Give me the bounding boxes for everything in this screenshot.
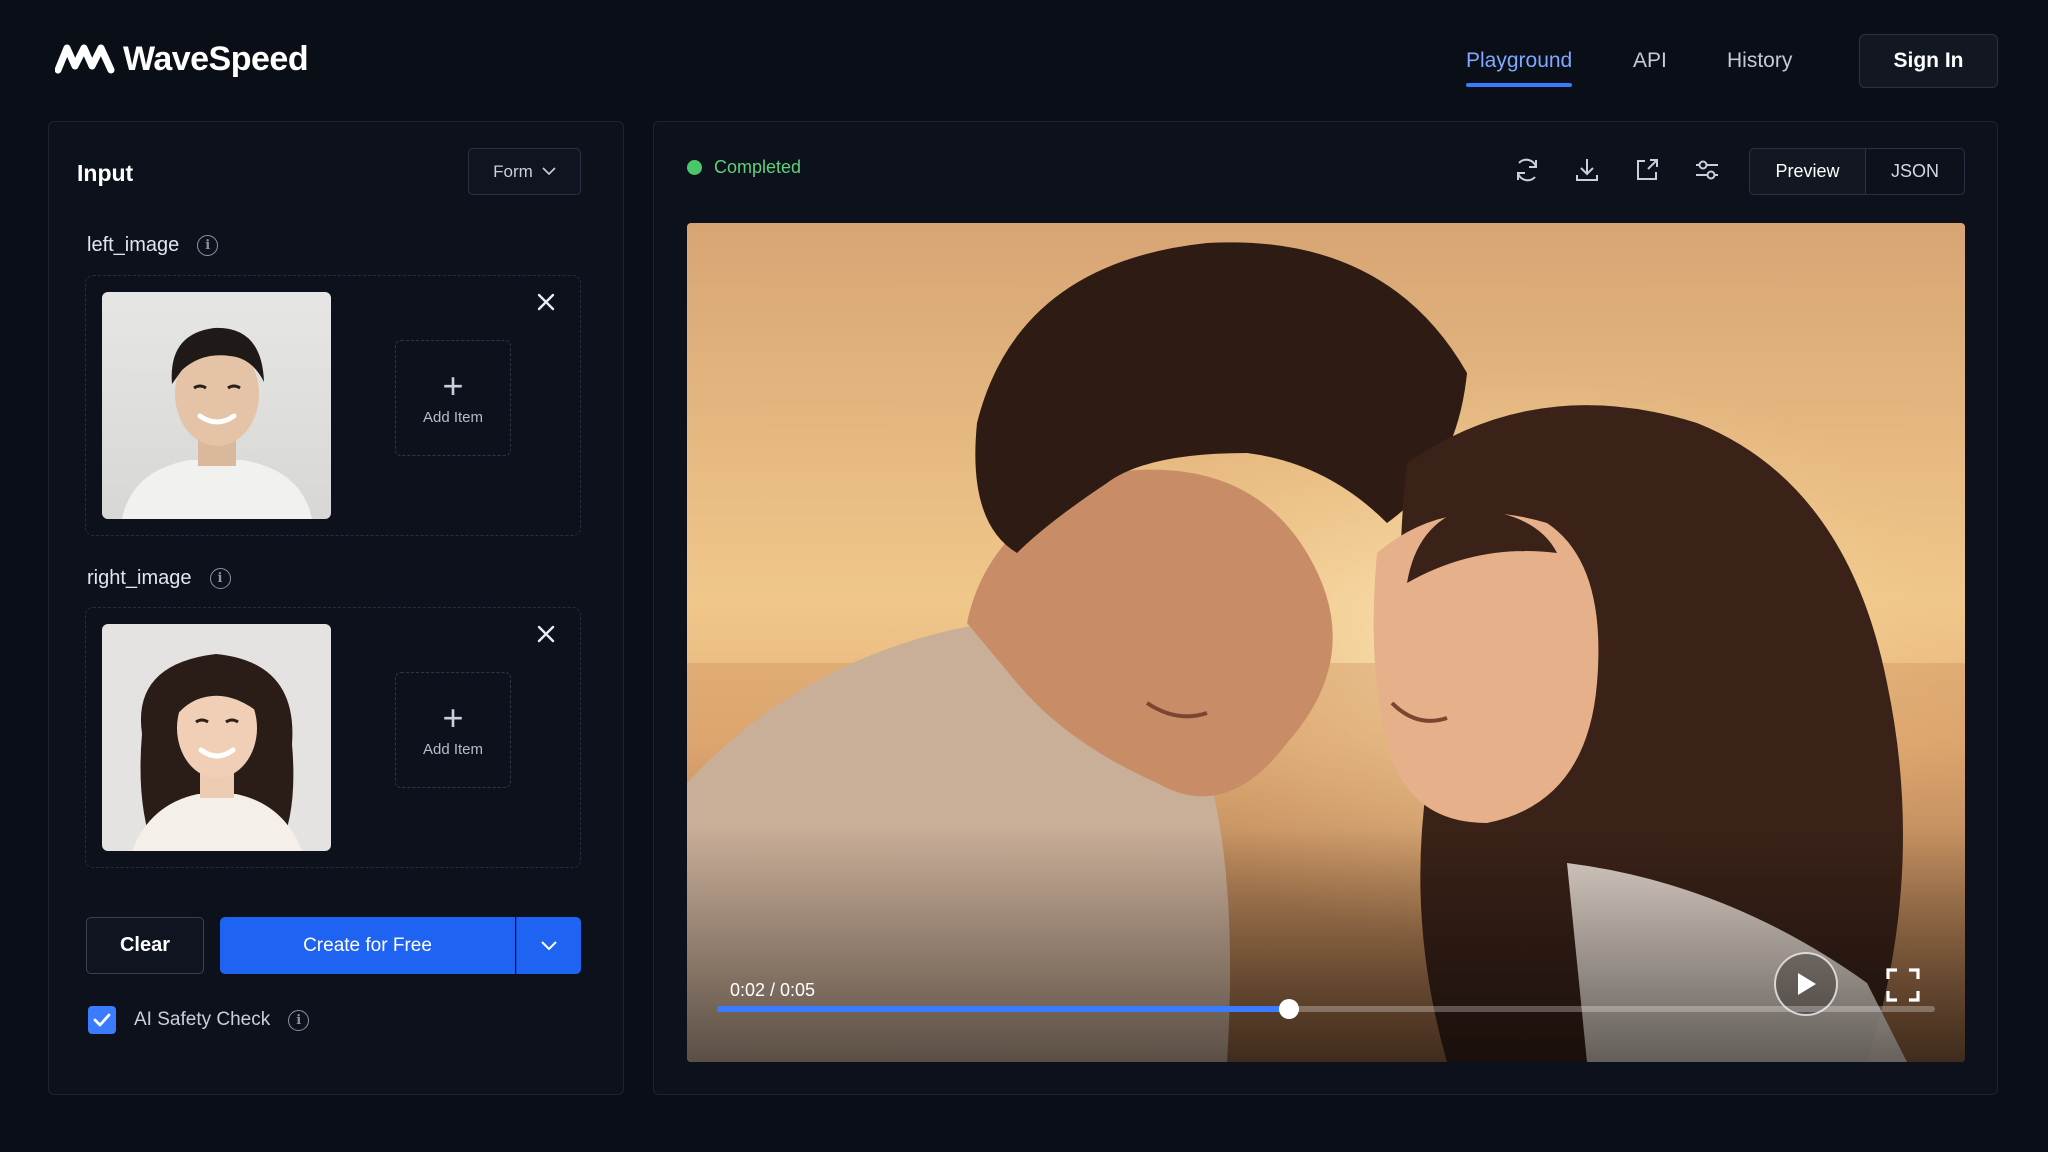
add-item-label: Add Item (422, 740, 484, 758)
progress-fill (717, 1006, 1290, 1012)
external-link-icon[interactable] (1632, 155, 1662, 185)
brand-logo[interactable]: WaveSpeed (55, 40, 309, 79)
chevron-down-icon (541, 940, 557, 950)
checkmark-icon (93, 1013, 111, 1027)
ai-safety-check: AI Safety Check i (88, 1006, 310, 1034)
fullscreen-icon[interactable] (1885, 967, 1921, 1003)
mode-select-value: Form (493, 161, 533, 181)
sliders-icon[interactable] (1692, 155, 1722, 185)
field-label-text: left_image (87, 234, 180, 256)
info-icon[interactable]: i (209, 568, 231, 589)
status-text: Completed (714, 157, 802, 177)
right-image-label: right_image i (87, 567, 231, 590)
nav-history[interactable]: History (1727, 49, 1792, 73)
close-icon[interactable] (534, 622, 558, 646)
video-time: 0:02 / 0:05 (730, 980, 816, 1000)
create-for-free-button[interactable]: Create for Free (220, 917, 515, 974)
play-icon (1798, 973, 1816, 995)
plus-icon: + (442, 696, 464, 738)
info-icon[interactable]: i (197, 235, 219, 256)
video-frame-image (687, 223, 1965, 1062)
mode-select[interactable]: Form (468, 148, 581, 195)
view-toggle: Preview JSON (1749, 148, 1965, 195)
download-icon[interactable] (1572, 155, 1602, 185)
add-item-label: Add Item (422, 408, 484, 426)
status-indicator: Completed (687, 157, 801, 178)
preview-tab[interactable]: Preview (1750, 149, 1866, 194)
input-panel: Input Form left_image i + Add Item right… (48, 121, 624, 1095)
wave-logo-icon (55, 44, 115, 73)
sign-in-button[interactable]: Sign In (1859, 34, 1998, 88)
left-image-label: left_image i (87, 234, 219, 257)
safety-checkbox[interactable] (88, 1006, 116, 1034)
field-label-text: right_image (87, 567, 192, 589)
nav-api[interactable]: API (1633, 49, 1667, 73)
refresh-icon[interactable] (1512, 155, 1542, 185)
woman-portrait-image (102, 624, 331, 851)
safety-label: AI Safety Check (134, 1009, 271, 1030)
video-progress-bar[interactable] (717, 999, 1935, 1019)
man-portrait-image (102, 292, 331, 519)
nav-playground[interactable]: Playground (1466, 49, 1572, 73)
active-nav-indicator (1466, 83, 1572, 87)
brand-name: WaveSpeed (123, 40, 309, 78)
add-item-button[interactable]: + Add Item (395, 672, 511, 788)
plus-icon: + (442, 364, 464, 406)
left-image-thumbnail (102, 292, 331, 519)
top-bar: WaveSpeed Playground API History Sign In (0, 0, 2048, 118)
status-dot-icon (687, 160, 702, 175)
clear-button[interactable]: Clear (86, 917, 204, 974)
info-icon[interactable]: i (288, 1009, 310, 1031)
input-panel-title: Input (77, 160, 134, 186)
create-options-button[interactable] (516, 917, 581, 974)
right-image-dropzone[interactable]: + Add Item (85, 607, 581, 868)
json-tab[interactable]: JSON (1866, 149, 1964, 194)
output-panel: Completed Preview JSON 0:02 / 0:05 (653, 121, 1998, 1095)
close-icon[interactable] (534, 290, 558, 314)
chevron-down-icon (542, 167, 556, 176)
left-image-dropzone[interactable]: + Add Item (85, 275, 581, 536)
add-item-button[interactable]: + Add Item (395, 340, 511, 456)
video-player[interactable]: 0:02 / 0:05 (687, 223, 1965, 1062)
right-image-thumbnail (102, 624, 331, 851)
